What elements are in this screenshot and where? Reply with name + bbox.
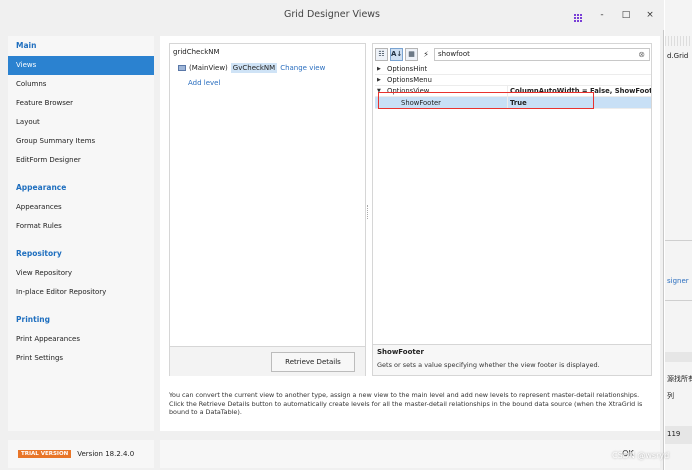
sidebar-item-print-appearances[interactable]: Print Appearances bbox=[8, 330, 154, 349]
property-row-options-view[interactable]: ▼ OptionsView ColumnAutoWidth = False, S… bbox=[375, 86, 651, 97]
trial-version-badge: TRIAL VERSION bbox=[18, 450, 72, 458]
title-bar: Grid Designer Views - □ × bbox=[0, 0, 664, 30]
version-label: Version 18.2.4.0 bbox=[77, 450, 135, 458]
collapse-icon[interactable]: - bbox=[596, 9, 608, 21]
background-code-text: d.Grid bbox=[667, 52, 689, 60]
dialog-bottom-bar: OK bbox=[160, 440, 660, 468]
navigation-sidebar: Main Views Columns Feature Browser Layou… bbox=[8, 36, 154, 431]
maximize-icon[interactable]: □ bbox=[620, 9, 632, 21]
retrieve-area: Retrieve Details bbox=[170, 346, 365, 376]
close-icon[interactable]: × bbox=[644, 9, 656, 21]
property-rows: ▶ OptionsHint ▶ OptionsMenu ▼ OptionsVie… bbox=[375, 64, 651, 109]
window-controls: - □ × bbox=[572, 8, 656, 22]
sidebar-item-layout[interactable]: Layout bbox=[8, 113, 154, 132]
group-main-title: Main bbox=[16, 41, 37, 50]
sidebar-item-columns[interactable]: Columns bbox=[8, 75, 154, 94]
property-row-options-menu[interactable]: ▶ OptionsMenu bbox=[375, 75, 651, 86]
skin-grid-icon[interactable] bbox=[572, 8, 584, 22]
grid-control-node[interactable]: gridCheckNM bbox=[173, 48, 220, 56]
property-row-options-hint[interactable]: ▶ OptionsHint bbox=[375, 64, 651, 75]
sidebar-item-appearances[interactable]: Appearances bbox=[8, 198, 154, 217]
background-link: signer bbox=[667, 277, 689, 285]
info-line: bound to a DataTable). bbox=[169, 408, 242, 416]
description-text: Gets or sets a value specifying whether … bbox=[377, 361, 600, 369]
collapse-arrow-icon[interactable]: ▼ bbox=[377, 86, 383, 97]
categorized-icon[interactable]: ☷ bbox=[375, 47, 388, 61]
info-line: Click the Retrieve Details button to aut… bbox=[169, 399, 643, 408]
background-search-text: 源找所有 bbox=[667, 375, 692, 383]
property-toolbar: ☷ A↓ ▦ ⚡ showfoot ⊗ bbox=[375, 46, 650, 62]
sidebar-item-view-repository[interactable]: View Repository bbox=[8, 264, 154, 283]
property-grid: ☷ A↓ ▦ ⚡ showfoot ⊗ ▶ OptionsHint ▶ Opti… bbox=[372, 43, 652, 376]
background-number-text: 119 bbox=[667, 430, 681, 438]
property-row-show-footer[interactable]: ShowFooter True bbox=[375, 97, 651, 109]
properties-icon[interactable]: ▦ bbox=[405, 47, 418, 61]
property-value[interactable]: True bbox=[507, 97, 651, 109]
background-hatch bbox=[665, 36, 692, 46]
property-description: ShowFooter Gets or sets a value specifyi… bbox=[373, 344, 651, 375]
panel-splitter[interactable] bbox=[367, 205, 370, 219]
info-text: You can convert the current view to anot… bbox=[169, 391, 649, 417]
background-column-text: 列 bbox=[667, 392, 674, 400]
sidebar-item-feature-browser[interactable]: Feature Browser bbox=[8, 94, 154, 113]
property-value: ColumnAutoWidth = False, ShowFooter bbox=[507, 86, 651, 97]
expand-arrow-icon[interactable]: ▶ bbox=[377, 64, 383, 75]
property-name: OptionsHint bbox=[387, 65, 428, 73]
alphabetical-sort-icon[interactable]: A↓ bbox=[390, 47, 403, 61]
main-view-label: (MainView) bbox=[189, 64, 228, 72]
expand-arrow-icon[interactable]: ▶ bbox=[377, 75, 383, 86]
grid-designer-window: Grid Designer Views - □ × Main Views Col… bbox=[0, 0, 664, 470]
group-printing-title: Printing bbox=[16, 315, 50, 324]
search-value: showfoot bbox=[438, 50, 470, 58]
retrieve-details-button[interactable]: Retrieve Details bbox=[271, 352, 355, 372]
clear-search-icon[interactable]: ⊗ bbox=[638, 49, 645, 61]
watermark: CSDN @wsryd bbox=[612, 451, 670, 460]
property-name: OptionsView bbox=[387, 87, 430, 95]
main-view-node[interactable]: (MainView) GvCheckNM Change view bbox=[178, 63, 325, 73]
window-title: Grid Designer Views bbox=[283, 9, 381, 20]
sidebar-item-editform-designer[interactable]: EditForm Designer bbox=[8, 151, 154, 170]
sidebar-item-print-settings[interactable]: Print Settings bbox=[8, 349, 154, 368]
levels-panel: gridCheckNM (MainView) GvCheckNM Change … bbox=[169, 43, 366, 376]
levels-tree: gridCheckNM (MainView) GvCheckNM Change … bbox=[170, 44, 367, 344]
grid-view-icon bbox=[178, 65, 186, 71]
sidebar-item-views[interactable]: Views bbox=[8, 56, 154, 75]
info-line: You can convert the current view to anot… bbox=[169, 391, 640, 399]
property-name: OptionsMenu bbox=[387, 76, 432, 84]
property-search-input[interactable]: showfoot ⊗ bbox=[434, 47, 650, 61]
change-view-link[interactable]: Change view bbox=[280, 64, 325, 72]
version-footer: TRIAL VERSION Version 18.2.4.0 bbox=[8, 440, 154, 468]
group-repository-title: Repository bbox=[16, 249, 62, 258]
description-title: ShowFooter bbox=[377, 348, 424, 356]
sidebar-item-inplace-editor-repository[interactable]: In-place Editor Repository bbox=[8, 283, 154, 302]
sidebar-item-format-rules[interactable]: Format Rules bbox=[8, 217, 154, 236]
group-appearance-title: Appearance bbox=[16, 183, 67, 192]
sidebar-item-group-summary-items[interactable]: Group Summary Items bbox=[8, 132, 154, 151]
add-level-link[interactable]: Add level bbox=[188, 79, 220, 87]
background-ide-strip: d.Grid signer 源找所有 列 119 bbox=[665, 0, 692, 470]
events-icon[interactable]: ⚡ bbox=[420, 48, 432, 61]
property-name: ShowFooter bbox=[401, 99, 441, 107]
view-name[interactable]: GvCheckNM bbox=[230, 63, 278, 73]
